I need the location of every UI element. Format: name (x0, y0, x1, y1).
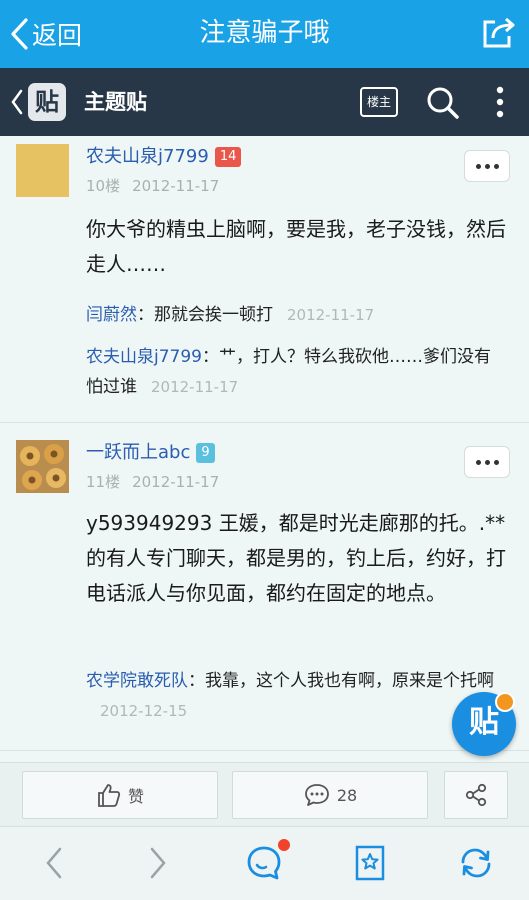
reply-author[interactable]: 农夫山泉j7799 (86, 347, 202, 367)
comment-icon (304, 784, 329, 806)
post-meta: 11楼 2012-11-17 (86, 472, 219, 492)
action-bar: 赞 28 (0, 762, 529, 826)
floor-number: 10楼 (86, 177, 121, 195)
reply-separator: ： (137, 305, 154, 325)
divider (0, 422, 529, 423)
dot (493, 163, 499, 169)
comment-count: 28 (336, 785, 358, 805)
refresh-icon (461, 848, 491, 878)
like-label: 赞 (127, 787, 144, 806)
thumbs-up-icon (98, 784, 121, 807)
reply-date: 2012-12-15 (100, 702, 188, 720)
reply-author[interactable]: 闫蔚然 (86, 305, 137, 325)
post-date: 2012-11-17 (132, 473, 220, 491)
post-author[interactable]: 农夫山泉j7799 14 (86, 144, 242, 170)
reply-author[interactable]: 农学院敢死队 (86, 671, 188, 691)
reply-text: 那就会挨一顿打 (154, 305, 273, 325)
chevron-left-icon[interactable] (10, 88, 24, 116)
reply-text: 我靠，这个人我也有啊，原来是个托啊 (205, 671, 494, 691)
dot (484, 163, 490, 169)
post-date: 2012-11-17 (132, 177, 220, 195)
search-icon[interactable] (424, 84, 460, 120)
more-vertical-icon[interactable] (488, 84, 512, 120)
comment-button[interactable]: 28 (232, 771, 428, 819)
share-button[interactable] (444, 771, 508, 819)
avatar[interactable] (16, 144, 69, 197)
author-name[interactable]: 一跃而上abc (86, 442, 190, 463)
post-author[interactable]: 一跃而上abc 9 (86, 440, 215, 466)
nav-forward-button[interactable] (138, 843, 178, 883)
nav-back-button[interactable] (34, 843, 74, 883)
like-button[interactable]: 赞 (22, 771, 218, 819)
dot (493, 459, 499, 465)
share-icon[interactable] (479, 14, 517, 52)
reply-date: 2012-11-17 (151, 378, 239, 396)
nav-home-button[interactable] (244, 843, 284, 883)
reply-separator: ： (202, 347, 219, 367)
arrow-right-icon (150, 847, 166, 879)
thread-title: 主题贴 (84, 90, 147, 114)
divider (0, 750, 529, 751)
dot (475, 163, 481, 169)
notification-dot (278, 839, 290, 851)
post-item: 农夫山泉j7799 14 10楼 2012-11-17 你大爷的精虫上脑啊，要是我，… (0, 136, 529, 422)
nav-favorite-button[interactable] (350, 843, 390, 883)
reply-item[interactable]: 农夫山泉j7799：艹，打人？特么我砍他……爹们没有怕过谁 2012-11-17 (86, 342, 506, 402)
browser-nav-bar (0, 826, 529, 900)
only-op-button[interactable]: 楼主 (360, 87, 398, 117)
reply-item[interactable]: 闫蔚然：那就会挨一顿打 2012-11-17 (86, 300, 506, 330)
level-badge: 9 (196, 443, 215, 463)
avatar[interactable] (16, 440, 69, 493)
page-title: 注意骗子哦 (199, 18, 330, 48)
thread-header-bar: 贴 主题贴 楼主 (0, 68, 529, 136)
top-bar: 返回 注意骗子哦 (0, 0, 529, 68)
chat-bubble-icon (247, 846, 281, 880)
post-more-button[interactable] (464, 150, 510, 182)
dot (475, 459, 481, 465)
post-content: y593949293 王媛，都是时光走廊那的托。.**的有人专门聊天，都是男的，… (86, 511, 506, 605)
level-badge: 14 (214, 147, 242, 167)
reply-separator: ： (188, 671, 205, 691)
post-more-button[interactable] (464, 446, 510, 478)
nav-refresh-button[interactable] (456, 843, 496, 883)
star-bookmark-icon (355, 845, 385, 881)
post-meta: 10楼 2012-11-17 (86, 176, 219, 196)
reply-date: 2012-11-17 (287, 306, 375, 324)
reply-item[interactable]: 农学院敢死队：我靠，这个人我也有啊，原来是个托啊 2012-12-15 (86, 666, 506, 726)
tieba-logo[interactable]: 贴 (28, 83, 66, 121)
pencil-badge-icon (495, 692, 515, 712)
arrow-left-icon (46, 847, 62, 879)
post-content: 你大爷的精虫上脑啊，要是我，老子没钱，然后走人…… (86, 217, 506, 276)
author-name[interactable]: 农夫山泉j7799 (86, 146, 209, 167)
dot (484, 459, 490, 465)
share-nodes-icon (465, 783, 487, 807)
post-list[interactable]: 农夫山泉j7799 14 10楼 2012-11-17 你大爷的精虫上脑啊，要是我，… (0, 136, 529, 762)
floor-number: 11楼 (86, 473, 121, 491)
post-item: 一跃而上abc 9 11楼 2012-11-17 y593949293 王媛，都是时… (0, 426, 529, 750)
